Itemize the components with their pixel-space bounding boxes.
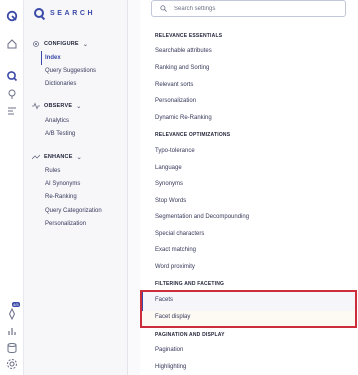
bulb-icon[interactable] xyxy=(4,86,20,102)
scroll-gutter xyxy=(128,0,140,375)
setting-highlighting[interactable]: Highlighting xyxy=(155,364,186,370)
section-enhance-label: ENHANCE xyxy=(44,154,73,160)
chevron-down-icon: ⌄ xyxy=(76,103,82,110)
selected-row-indicator xyxy=(141,292,143,311)
rocket-icon[interactable] xyxy=(4,306,20,322)
setting-pagination[interactable]: Pagination xyxy=(155,347,183,353)
section-configure-label: CONFIGURE xyxy=(44,41,79,47)
setting-language[interactable]: Language xyxy=(155,165,182,171)
setting-searchable-attributes[interactable]: Searchable attributes xyxy=(155,48,212,54)
list-icon[interactable] xyxy=(4,103,20,119)
gear-icon xyxy=(33,41,39,47)
nav-item-analytics[interactable]: Analytics xyxy=(45,118,69,124)
section-enhance[interactable]: ENHANCE ⌄ xyxy=(32,153,82,161)
nav-item-personalization[interactable]: Personalization xyxy=(45,221,86,227)
heading-relevance-essentials: RELEVANCE ESSENTIALS xyxy=(155,33,223,39)
nav-item-query-categorization[interactable]: Query Categorization xyxy=(45,208,102,214)
chart-icon[interactable] xyxy=(4,323,20,339)
activity-icon xyxy=(32,102,40,110)
chevron-down-icon: ⌄ xyxy=(82,41,89,48)
search-settings-input[interactable] xyxy=(174,5,324,12)
nav-item-re-ranking[interactable]: Re-Ranking xyxy=(45,194,77,200)
nav-item-ab-testing[interactable]: A/B Testing xyxy=(45,131,75,137)
setting-synonyms[interactable]: Synonyms xyxy=(155,181,183,187)
nav-item-rules[interactable]: Rules xyxy=(45,168,60,174)
brand[interactable]: SEARCH xyxy=(34,8,95,18)
heading-filtering-faceting: FILTERING AND FACETING xyxy=(155,281,225,287)
setting-word-proximity[interactable]: Word proximity xyxy=(155,264,195,270)
setting-special-characters[interactable]: Special characters xyxy=(155,231,204,237)
heading-relevance-optimizations: RELEVANCE OPTIMIZATIONS xyxy=(155,132,231,138)
trend-icon xyxy=(32,154,40,160)
onboarding-badge: 4/5 xyxy=(12,302,20,307)
setting-segmentation[interactable]: Segmentation and Decompounding xyxy=(155,214,249,220)
database-icon[interactable] xyxy=(4,340,20,356)
search-settings-field[interactable] xyxy=(151,0,346,17)
secondary-nav: SEARCH xyxy=(24,0,128,375)
setting-facet-display[interactable]: Facet display xyxy=(155,314,190,320)
setting-ranking-and-sorting[interactable]: Ranking and Sorting xyxy=(155,65,209,71)
chevron-down-icon: ⌄ xyxy=(76,154,82,161)
setting-exact-matching[interactable]: Exact matching xyxy=(155,247,196,253)
nav-item-query-suggestions[interactable]: Query Suggestions xyxy=(45,68,96,74)
search-icon[interactable] xyxy=(4,68,20,84)
icon-rail: 4/5 xyxy=(0,0,24,375)
brand-name: SEARCH xyxy=(50,9,96,17)
home-icon[interactable] xyxy=(4,36,20,52)
setting-personalization[interactable]: Personalization xyxy=(155,98,196,104)
logo-icon[interactable] xyxy=(4,8,20,24)
nav-item-ai-synonyms[interactable]: AI Synonyms xyxy=(45,181,80,187)
section-observe[interactable]: OBSERVE ⌄ xyxy=(32,102,81,110)
setting-relevant-sorts[interactable]: Relevant sorts xyxy=(155,82,193,88)
section-configure[interactable]: CONFIGURE ⌄ xyxy=(32,40,88,48)
search-icon xyxy=(160,5,167,12)
setting-facets[interactable]: Facets xyxy=(155,297,173,303)
active-indicator xyxy=(41,51,42,65)
setting-typo-tolerance[interactable]: Typo-tolerance xyxy=(155,148,195,154)
brand-icon xyxy=(34,8,44,18)
settings-icon[interactable] xyxy=(4,356,20,372)
nav-item-index[interactable]: Index xyxy=(45,55,61,61)
nav-item-dictionaries[interactable]: Dictionaries xyxy=(45,81,76,87)
heading-pagination-display: PAGINATION AND DISPLAY xyxy=(155,332,225,338)
section-observe-label: OBSERVE xyxy=(44,103,73,109)
setting-dynamic-re-ranking[interactable]: Dynamic Re-Ranking xyxy=(155,115,212,121)
setting-stop-words[interactable]: Stop Words xyxy=(155,198,186,204)
